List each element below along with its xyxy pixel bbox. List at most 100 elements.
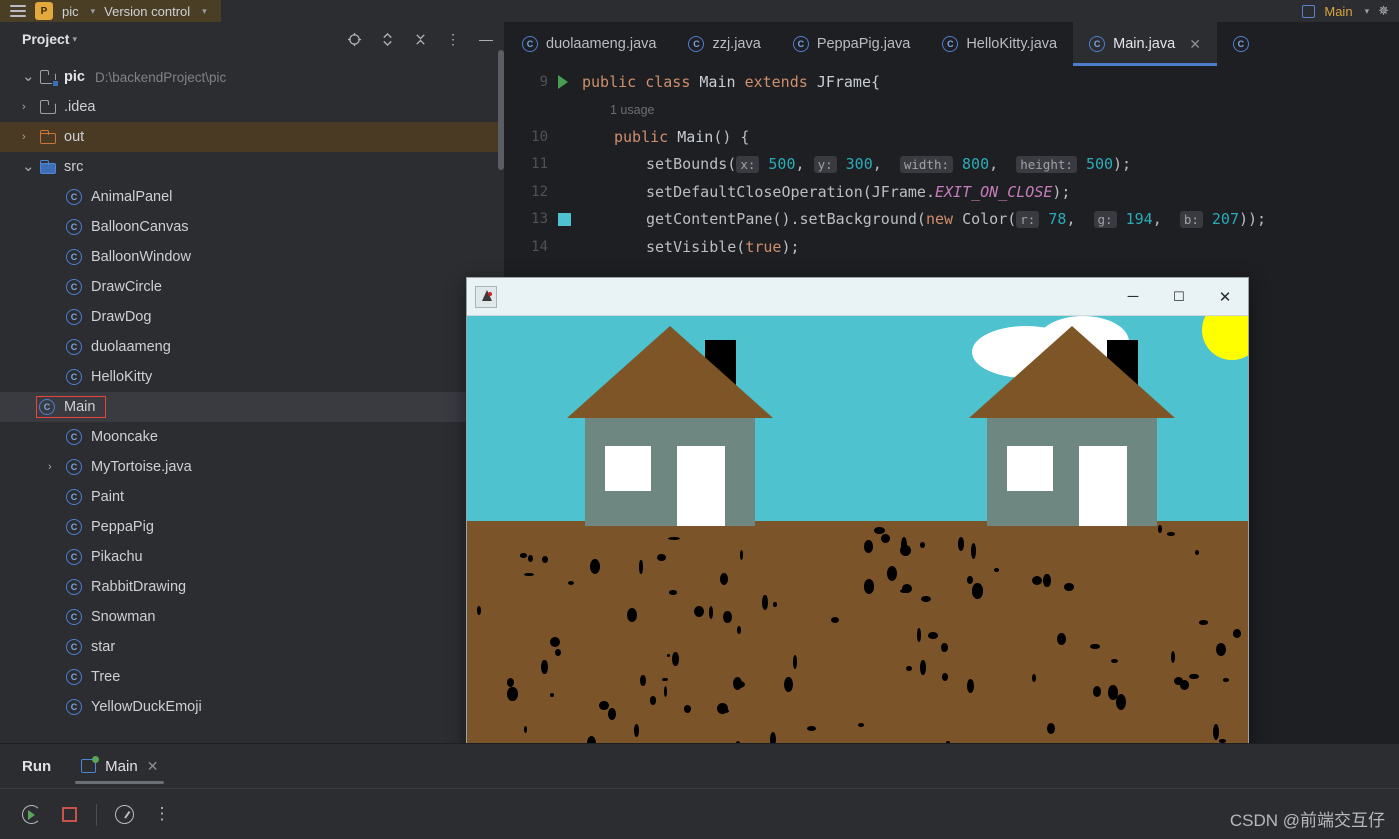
sun-shape bbox=[1202, 316, 1248, 360]
tree-item-balloonwindow[interactable]: ›CBalloonWindow bbox=[0, 242, 504, 272]
close-icon[interactable]: ✕ bbox=[147, 758, 159, 775]
version-control-menu[interactable]: Version control bbox=[104, 4, 190, 19]
locate-file-icon[interactable] bbox=[346, 31, 362, 47]
tree-item-drawcircle[interactable]: ›CDrawCircle bbox=[0, 272, 504, 302]
chevron-right-icon[interactable]: › bbox=[22, 131, 40, 143]
chevron-down-icon[interactable]: ▾ bbox=[202, 6, 207, 17]
chevron-right-icon[interactable]: › bbox=[22, 101, 40, 113]
tree-item-animalpanel[interactable]: ›CAnimalPanel bbox=[0, 182, 504, 212]
project-name-label[interactable]: pic bbox=[62, 4, 79, 19]
seed-shape bbox=[1223, 678, 1229, 682]
code-view[interactable]: 9 public class Main extends JFrame{1 usag… bbox=[506, 66, 1399, 261]
run-tab-main[interactable]: Main ✕ bbox=[75, 744, 165, 788]
seed-shape bbox=[967, 679, 975, 693]
tree-item-rabbitdrawing[interactable]: ›CRabbitDrawing bbox=[0, 572, 504, 602]
java-class-icon: C bbox=[66, 309, 82, 325]
tree-item-label: pic bbox=[64, 69, 85, 85]
tree-item-label: Mooncake bbox=[91, 429, 158, 445]
chevron-right-icon[interactable]: › bbox=[48, 461, 66, 473]
module-marker bbox=[52, 79, 59, 87]
swing-app-window[interactable]: ─ ☐ ✕ bbox=[466, 277, 1249, 767]
tree-item-ballooncanvas[interactable]: ›CBalloonCanvas bbox=[0, 212, 504, 242]
stop-button[interactable] bbox=[50, 796, 88, 834]
close-icon[interactable]: ✕ bbox=[1189, 36, 1201, 53]
chevron-down-icon[interactable]: ⌄ bbox=[22, 159, 40, 174]
tree-item-label: DrawDog bbox=[91, 309, 152, 325]
java-duke-icon bbox=[475, 285, 497, 308]
close-button[interactable]: ✕ bbox=[1202, 278, 1248, 316]
run-config-label[interactable]: Main bbox=[1324, 4, 1352, 19]
more-options-button[interactable]: ⋮ bbox=[143, 796, 181, 834]
more-options-icon[interactable]: ⋮ bbox=[445, 31, 461, 47]
run-arrow-icon[interactable] bbox=[554, 74, 582, 89]
line-number: 14 bbox=[531, 238, 548, 255]
tree-item-out[interactable]: › out bbox=[0, 122, 504, 152]
tree-item-label: Main bbox=[64, 399, 96, 415]
tree-item-tree[interactable]: ›CTree bbox=[0, 662, 504, 692]
tree-item-src[interactable]: ⌄ src bbox=[0, 152, 504, 182]
project-sidebar: Project ▾ ⋮ — ⌄ pic D:\backendProject\pic ›… bbox=[0, 22, 505, 743]
seed-shape bbox=[920, 595, 931, 603]
editor-tab-zzj[interactable]: Czzj.java bbox=[672, 22, 776, 66]
tree-item-main[interactable]: ›CMain bbox=[0, 392, 504, 422]
roof-shape bbox=[969, 326, 1175, 418]
seed-shape bbox=[1046, 722, 1056, 734]
code-line: 9 public class Main extends JFrame{ bbox=[506, 68, 1399, 96]
seed-shape bbox=[506, 677, 514, 687]
seed-shape bbox=[858, 723, 865, 727]
tree-item-paint[interactable]: ›CPaint bbox=[0, 482, 504, 512]
project-path-label: D:\backendProject\pic bbox=[94, 69, 227, 85]
tree-item-peppapig[interactable]: ›CPeppaPig bbox=[0, 512, 504, 542]
editor-tab-partial[interactable]: C bbox=[1217, 22, 1274, 66]
editor-tab-peppapig[interactable]: C PeppaPig.java bbox=[777, 22, 927, 66]
java-class-icon: C bbox=[66, 549, 82, 565]
tree-item-drawdog[interactable]: ›CDrawDog bbox=[0, 302, 504, 332]
tree-item-pikachu[interactable]: ›CPikachu bbox=[0, 542, 504, 572]
java-class-icon: C bbox=[66, 459, 82, 475]
sidebar-scrollbar[interactable] bbox=[498, 50, 504, 170]
hide-panel-icon[interactable]: — bbox=[478, 31, 494, 47]
editor-tab-duolaameng[interactable]: Cduolaameng.java bbox=[506, 22, 672, 66]
code-text: setBounds(x: 500, y: 300, width: 800, he… bbox=[646, 155, 1132, 174]
tree-item-mytortoise-java[interactable]: › C MyTortoise.java bbox=[0, 452, 504, 482]
minimize-button[interactable]: ─ bbox=[1110, 278, 1156, 316]
tree-item-label: MyTortoise.java bbox=[91, 459, 192, 475]
color-swatch-icon[interactable] bbox=[554, 212, 582, 226]
tree-item-yellowduckemoji[interactable]: ›CYellowDuckEmoji bbox=[0, 692, 504, 722]
folder-icon bbox=[39, 70, 59, 87]
profiler-button[interactable] bbox=[105, 796, 143, 834]
rerun-button[interactable] bbox=[12, 796, 50, 834]
project-tree: ⌄ pic D:\backendProject\pic › .idea › out ⌄ src ›… bbox=[0, 56, 504, 743]
chevron-down-icon[interactable]: ⌄ bbox=[22, 69, 40, 84]
door-shape bbox=[677, 446, 725, 526]
collapse-all-icon[interactable] bbox=[412, 31, 428, 47]
highlight-box: C Main bbox=[35, 396, 107, 418]
editor-tab-main[interactable]: C Main.java ✕ bbox=[1073, 22, 1217, 66]
code-line: 14 setVisible(true); bbox=[506, 233, 1399, 261]
java-class-icon: C bbox=[792, 36, 809, 52]
chevron-down-icon[interactable]: ▾ bbox=[91, 6, 96, 17]
tree-item-hellokitty[interactable]: ›CHelloKitty bbox=[0, 362, 504, 392]
tree-item-mooncake[interactable]: ›CMooncake bbox=[0, 422, 504, 452]
chevron-down-icon[interactable]: ▾ bbox=[72, 34, 77, 45]
hamburger-icon[interactable] bbox=[10, 5, 26, 17]
tree-item-pic[interactable]: ⌄ pic D:\backendProject\pic bbox=[0, 62, 504, 92]
expand-collapse-icon[interactable] bbox=[379, 31, 395, 47]
run-config-icon bbox=[1302, 4, 1316, 18]
seed-shape bbox=[1198, 620, 1209, 625]
tree-item--idea[interactable]: › .idea bbox=[0, 92, 504, 122]
seed-shape bbox=[881, 533, 890, 543]
tree-item-duolaameng[interactable]: ›Cduolaameng bbox=[0, 332, 504, 362]
line-number: 12 bbox=[531, 183, 548, 200]
editor-tab-hellokitty[interactable]: C HelloKitty.java bbox=[926, 22, 1073, 66]
seed-shape bbox=[941, 642, 948, 653]
line-number: 10 bbox=[531, 128, 548, 145]
code-text: getContentPane().setBackground(new Color… bbox=[646, 210, 1267, 229]
seed-shape bbox=[523, 572, 534, 577]
maximize-button[interactable]: ☐ bbox=[1156, 278, 1202, 316]
tree-item-label: src bbox=[64, 159, 84, 175]
tree-item-snowman[interactable]: ›CSnowman bbox=[0, 602, 504, 632]
tree-item-star[interactable]: ›Cstar bbox=[0, 632, 504, 662]
chevron-down-icon[interactable]: ▾ bbox=[1365, 6, 1370, 17]
seed-shape bbox=[640, 674, 646, 686]
